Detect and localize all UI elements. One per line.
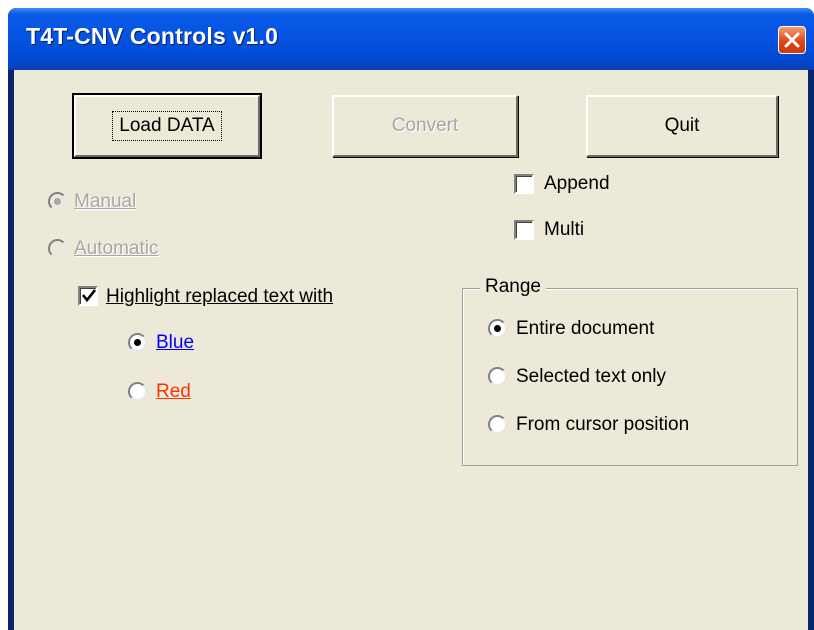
highlight-checkbox[interactable] (78, 286, 98, 306)
convert-button[interactable]: Convert (332, 95, 518, 157)
quit-button[interactable]: Quit (586, 95, 778, 157)
highlight-label: Highlight replaced text with (106, 286, 333, 308)
automatic-label: Automatic (74, 238, 158, 260)
cursor-position-radio[interactable] (488, 415, 507, 434)
entire-document-radio[interactable] (488, 319, 507, 338)
red-radio[interactable] (128, 382, 147, 401)
red-text: Red (156, 381, 191, 402)
dialog-window: T4T-CNV Controls v1.0 Load DATA Convert … (8, 8, 814, 630)
blue-text: Blue (156, 332, 195, 353)
cursor-position-label: From cursor position (516, 414, 690, 435)
dialog-client-area: Load DATA Convert Quit Manual Automatic … (14, 70, 808, 630)
automatic-text: Automatic (74, 238, 159, 259)
entire-document-radio-dot (494, 325, 501, 332)
blue-radio[interactable] (128, 333, 147, 352)
append-label: Append (544, 173, 610, 194)
checkmark-icon (82, 289, 96, 303)
close-icon (784, 32, 800, 48)
manual-text: Manual (74, 191, 137, 212)
blue-label: Blue (156, 332, 194, 354)
load-data-button-label: Load DATA (112, 111, 222, 141)
convert-button-label: Convert (391, 115, 459, 136)
append-checkbox[interactable] (514, 174, 534, 194)
manual-label: Manual (74, 191, 136, 213)
manual-radio[interactable] (48, 192, 67, 211)
blue-radio-dot (134, 339, 141, 346)
window-title: T4T-CNV Controls v1.0 (26, 23, 279, 49)
close-button[interactable] (778, 26, 806, 54)
entire-document-label: Entire document (516, 318, 655, 339)
multi-label: Multi (544, 219, 585, 240)
multi-checkbox[interactable] (514, 220, 534, 240)
quit-button-label: Quit (664, 115, 700, 136)
highlight-text: Highlight replaced text with (106, 286, 334, 307)
automatic-radio[interactable] (48, 239, 67, 258)
range-group-title: Range (480, 276, 546, 298)
load-data-button[interactable]: Load DATA (72, 93, 262, 159)
red-label: Red (156, 381, 191, 403)
title-bar[interactable]: T4T-CNV Controls v1.0 (8, 8, 814, 70)
manual-radio-dot (54, 198, 61, 205)
selected-text-radio[interactable] (488, 367, 507, 386)
selected-text-label: Selected text only (516, 366, 666, 387)
